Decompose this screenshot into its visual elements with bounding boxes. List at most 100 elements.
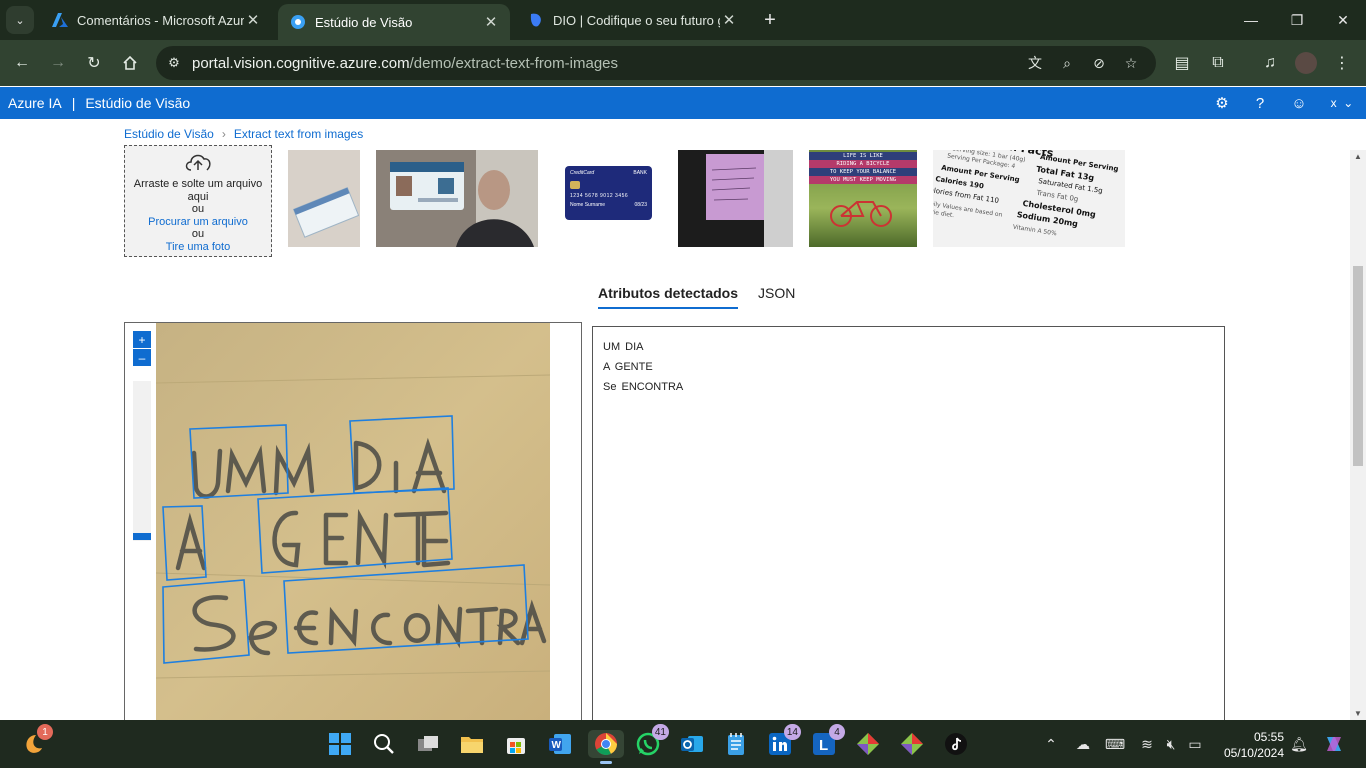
url-path: /demo/extract-text-from-images xyxy=(409,54,618,72)
help-icon[interactable]: ? xyxy=(1251,94,1269,112)
close-icon: ✕ xyxy=(1337,11,1349,28)
zoom-icon[interactable]: ⌕ xyxy=(1058,54,1076,72)
tiktok-button[interactable] xyxy=(942,730,970,758)
zoom-out-button[interactable]: – xyxy=(133,349,151,366)
tab-search-button[interactable]: ⌄ xyxy=(6,6,34,34)
file-explorer-button[interactable] xyxy=(458,730,486,758)
restore-button[interactable]: ❐ xyxy=(1274,0,1320,40)
chevron-up-icon[interactable]: ⌃ xyxy=(1042,735,1060,753)
account-menu[interactable]: x ⌄ xyxy=(1322,94,1362,112)
browser-tab-azure-comments[interactable]: Comentários - Microsoft Azure ✕ xyxy=(40,4,272,36)
back-button[interactable]: ← xyxy=(8,49,36,77)
sample-thumb-sticky-note[interactable] xyxy=(678,150,793,247)
zoom-slider-track[interactable] xyxy=(133,381,151,541)
page-scrollbar[interactable]: ▲ ▼ xyxy=(1350,150,1366,720)
take-photo-link[interactable]: Tire uma foto xyxy=(125,241,271,254)
product-name[interactable]: Estúdio de Visão xyxy=(85,95,190,111)
close-window-button[interactable]: ✕ xyxy=(1320,0,1366,40)
arrow-left-icon: ← xyxy=(14,54,30,71)
reload-button[interactable]: ↻ xyxy=(80,49,108,77)
keyboard-icon[interactable]: ⌨ xyxy=(1105,735,1125,753)
plus-icon: + xyxy=(138,332,146,347)
breadcrumb-root[interactable]: Estúdio de Visão xyxy=(124,127,214,141)
scroll-up-arrow[interactable]: ▲ xyxy=(1354,152,1362,161)
copilot-icon[interactable] xyxy=(1322,732,1346,756)
detected-text-panel: UM DIA A GENTE Se ENCONTRA xyxy=(592,326,1225,736)
linkedin-button[interactable]: 14 xyxy=(766,724,801,758)
settings-gear-icon[interactable]: ⚙ xyxy=(1213,94,1231,112)
tab-title: Estúdio de Visão xyxy=(315,14,413,30)
file-drop-zone[interactable]: Arraste e solte um arquivo aqui ou Procu… xyxy=(124,145,272,257)
word-button[interactable]: W xyxy=(546,730,574,758)
sample-thumb-credit-card[interactable]: CreditCard BANK 1234 5678 9012 3456 Nome … xyxy=(565,166,652,220)
breadcrumb-current[interactable]: Extract text from images xyxy=(234,127,363,141)
speaker-muted-icon[interactable]: 🔇︎ xyxy=(1162,735,1180,753)
home-button[interactable] xyxy=(116,49,144,77)
chrome-button[interactable] xyxy=(588,730,624,764)
extensions-button[interactable]: ⧉ xyxy=(1204,49,1232,77)
git-app-button[interactable] xyxy=(854,730,882,758)
chevron-down-icon: ⌄ xyxy=(1343,96,1354,110)
svg-text:W: W xyxy=(552,740,562,751)
azure-logo-icon xyxy=(52,12,68,28)
more-vertical-icon: ⋮ xyxy=(1334,55,1350,72)
browse-file-link[interactable]: Procurar um arquivo xyxy=(125,216,271,229)
tracking-protection-icon[interactable]: ⊘ xyxy=(1090,54,1108,72)
zoom-slider-thumb[interactable] xyxy=(133,533,151,540)
git-app-button-2[interactable] xyxy=(898,730,926,758)
wifi-icon[interactable]: ≋ xyxy=(1138,735,1156,753)
search-button[interactable] xyxy=(370,730,398,758)
translate-icon[interactable]: 文 xyxy=(1026,54,1044,72)
bookmark-star-icon[interactable]: ☆ xyxy=(1122,54,1140,72)
site-info-icon[interactable]: ⚙ xyxy=(156,55,192,71)
browser-tab-dio[interactable]: DIO | Codifique o seu futuro glo ✕ xyxy=(516,4,748,36)
close-icon[interactable]: ✕ xyxy=(482,13,500,31)
tab-detected-attributes[interactable]: Atributos detectados xyxy=(598,285,739,309)
sample-thumb-social-security-card[interactable] xyxy=(288,150,360,247)
forward-button[interactable]: → xyxy=(44,49,72,77)
notepad-button[interactable] xyxy=(722,730,750,758)
zoom-in-button[interactable]: + xyxy=(133,331,151,348)
browser-menu-button[interactable]: ⋮ xyxy=(1328,49,1356,77)
header-divider: | xyxy=(71,95,76,111)
close-icon[interactable]: ✕ xyxy=(244,11,262,29)
scroll-down-arrow[interactable]: ▼ xyxy=(1354,709,1362,718)
media-controls-button[interactable]: ♫ xyxy=(1256,49,1284,77)
start-button[interactable] xyxy=(326,730,354,758)
address-bar[interactable]: ⚙ portal.vision.cognitive.azure.com/demo… xyxy=(156,46,1156,80)
sample-thumb-bicycle-poster[interactable]: LIFE IS LIKE RIDING A BICYCLE TO KEEP YO… xyxy=(809,150,917,247)
browser-tab-vision-studio[interactable]: Estúdio de Visão ✕ xyxy=(278,4,510,40)
system-clock[interactable]: 05:55 05/10/2024 xyxy=(1212,729,1284,761)
sticky-note-photo xyxy=(678,150,793,247)
l-app-button[interactable]: L 4 xyxy=(810,724,845,758)
poster-line: RIDING A BICYCLE xyxy=(809,160,917,168)
tab-json[interactable]: JSON xyxy=(758,285,795,309)
task-view-button[interactable] xyxy=(414,730,442,758)
plus-icon: + xyxy=(764,8,776,31)
new-tab-button[interactable]: + xyxy=(756,6,784,34)
detected-text-line: Se ENCONTRA xyxy=(603,381,684,393)
handwritten-wall-image xyxy=(156,323,550,721)
card-number: 1234 5678 9012 3456 xyxy=(570,193,629,199)
cloud-icon[interactable]: ☁ xyxy=(1074,735,1092,753)
profile-button[interactable] xyxy=(1292,49,1320,77)
notification-badge: 1 xyxy=(37,724,53,740)
whatsapp-button[interactable]: 41 xyxy=(634,724,669,758)
battery-icon[interactable]: ▭ xyxy=(1186,735,1204,753)
scrollbar-thumb[interactable] xyxy=(1353,266,1363,466)
search-icon xyxy=(374,734,394,754)
notepad-icon xyxy=(728,733,744,755)
sample-thumb-nutrition-facts[interactable]: Nutrition Facts Serving size: 1 bar (40g… xyxy=(933,150,1125,247)
chevron-down-icon: ⌄ xyxy=(15,14,25,27)
bell-icon[interactable]: 🔔︎ xyxy=(1290,735,1308,753)
word-icon: W xyxy=(549,734,571,754)
feedback-smiley-icon[interactable]: ☺ xyxy=(1290,94,1308,112)
minimize-button[interactable]: — xyxy=(1228,0,1274,40)
close-icon[interactable]: ✕ xyxy=(720,11,738,29)
reading-mode-button[interactable]: ▤ xyxy=(1168,49,1196,77)
microsoft-store-button[interactable] xyxy=(502,730,530,758)
brand-link[interactable]: Azure IA xyxy=(8,95,62,111)
outlook-button[interactable] xyxy=(678,730,706,758)
sample-thumb-id-badge[interactable] xyxy=(376,150,538,247)
weather-widget[interactable]: 1 xyxy=(18,724,53,758)
